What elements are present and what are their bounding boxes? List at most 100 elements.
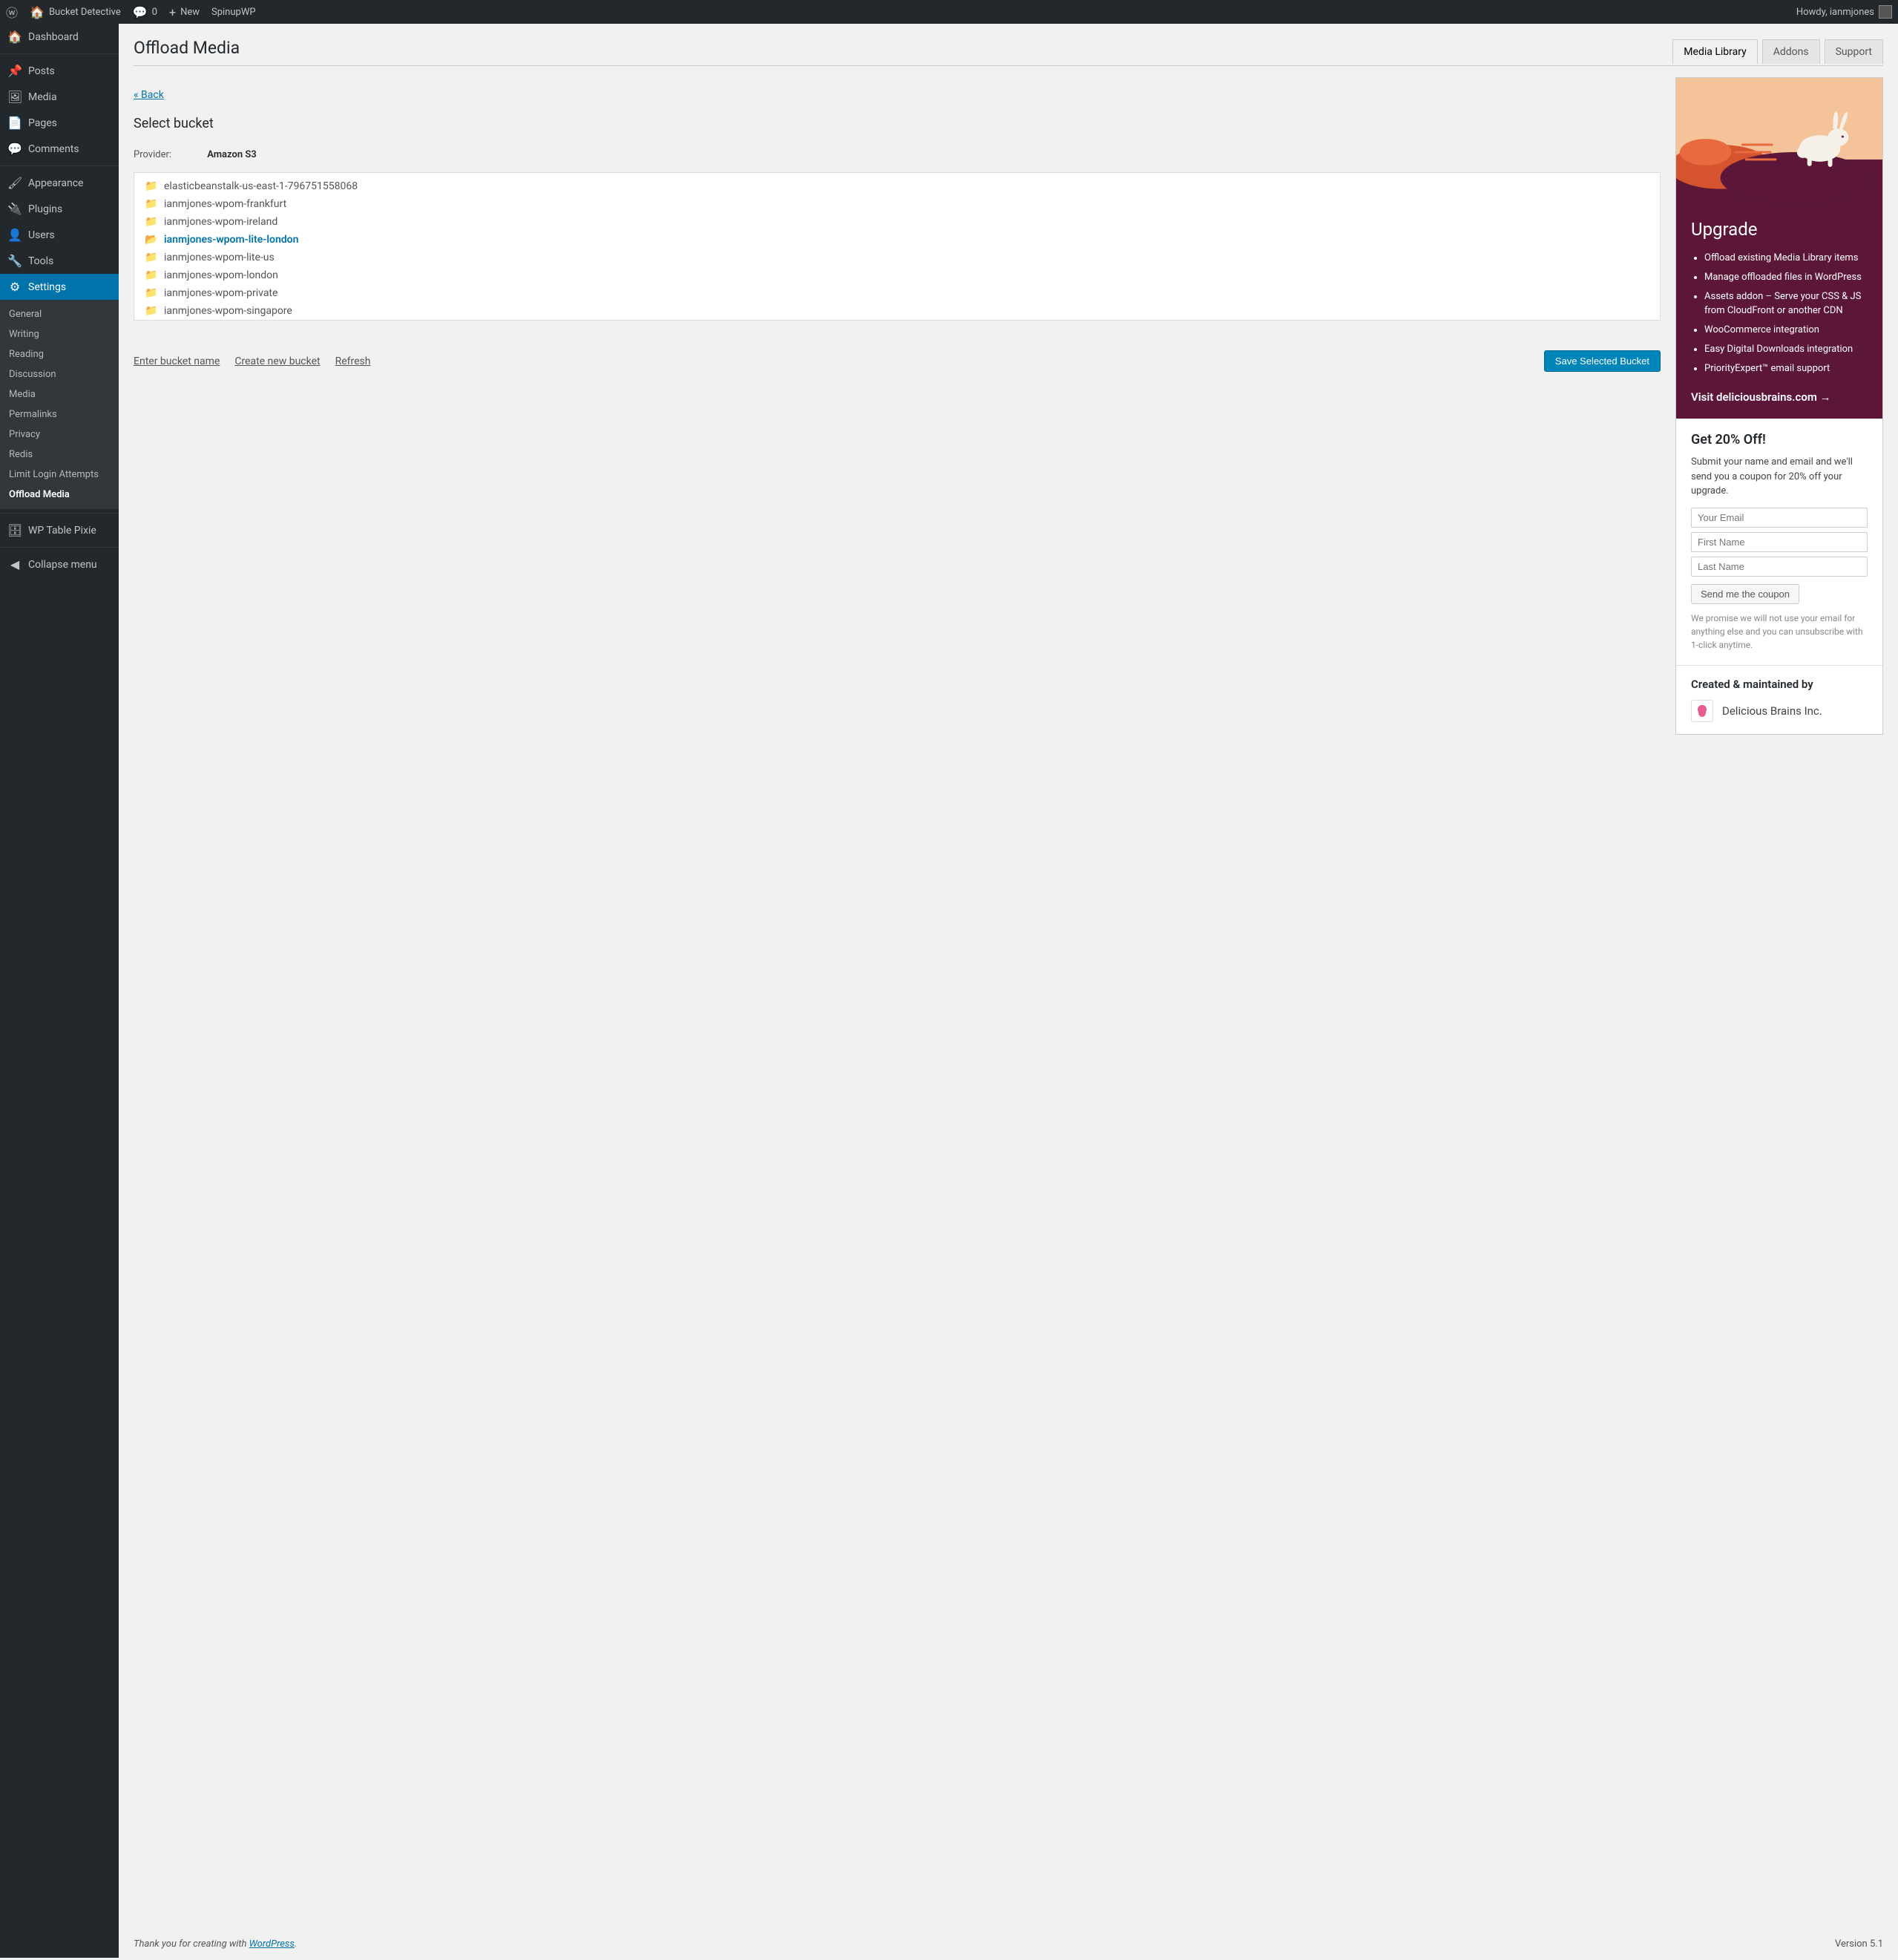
spinupwp-link[interactable]: SpinupWP bbox=[211, 7, 256, 18]
database-icon: 🗄 bbox=[7, 523, 22, 537]
folder-icon: 📁 bbox=[145, 216, 157, 228]
bucket-item[interactable]: 📁 ianmjones-wpom-frankfurt bbox=[134, 195, 1660, 213]
bucket-item[interactable]: 📁elasticbeanstalk-us-east-1-796751558068 bbox=[134, 177, 1660, 195]
settings-submenu: General Writing Reading Discussion Media… bbox=[0, 300, 119, 509]
wordpress-link[interactable]: WordPress bbox=[249, 1938, 295, 1950]
bucket-item[interactable]: 📁lizlockardtesting bbox=[134, 320, 1660, 321]
chevron-left-icon: ◀ bbox=[7, 557, 22, 571]
bucket-name: ianmjones-wpom-singapore bbox=[164, 305, 292, 317]
submenu-offload-media[interactable]: Offload Media bbox=[0, 485, 119, 505]
last-name-field[interactable] bbox=[1691, 557, 1868, 577]
pin-icon: 📌 bbox=[7, 64, 22, 78]
avatar bbox=[1879, 5, 1892, 19]
new-label: New bbox=[180, 7, 200, 18]
settings-panel: « Back Select bucket Provider: Amazon S3… bbox=[134, 77, 1661, 372]
save-bucket-button[interactable]: Save Selected Bucket bbox=[1544, 350, 1661, 372]
folder-icon: 📁 bbox=[145, 198, 157, 210]
bucket-item[interactable]: 📁ianmjones-wpom-lite-us bbox=[134, 249, 1660, 266]
upgrade-title: Upgrade bbox=[1691, 219, 1868, 240]
submenu-general[interactable]: General bbox=[0, 304, 119, 324]
tab-support[interactable]: Support bbox=[1825, 39, 1883, 64]
upgrade-hero bbox=[1676, 78, 1882, 219]
admin-bar: ⓦ 🏠Bucket Detective 💬0 +New SpinupWP How… bbox=[0, 0, 1898, 24]
comments-link[interactable]: 💬0 bbox=[133, 5, 157, 19]
upgrade-sidebar: Upgrade Offload existing Media Library i… bbox=[1675, 77, 1883, 735]
wrench-icon: 🔧 bbox=[7, 254, 22, 268]
bucket-actions: Enter bucket name Create new bucket Refr… bbox=[134, 350, 1661, 372]
bucket-list[interactable]: 📁elasticbeanstalk-us-east-1-796751558068… bbox=[134, 172, 1661, 321]
upgrade-feature: Offload existing Media Library items bbox=[1704, 252, 1868, 265]
send-coupon-button[interactable]: Send me the coupon bbox=[1691, 584, 1799, 604]
submenu-redis[interactable]: Redis bbox=[0, 445, 119, 465]
submenu-media[interactable]: Media bbox=[0, 384, 119, 404]
bucket-item[interactable]: 📁 ianmjones-wpom-ireland bbox=[134, 213, 1660, 231]
menu-plugins[interactable]: 🔌Plugins bbox=[0, 196, 119, 222]
site-link[interactable]: 🏠Bucket Detective bbox=[30, 5, 121, 19]
submenu-reading[interactable]: Reading bbox=[0, 344, 119, 364]
menu-dashboard[interactable]: 🏠Dashboard bbox=[0, 24, 119, 50]
provider-value: Amazon S3 bbox=[207, 149, 256, 160]
wp-logo-link[interactable]: ⓦ bbox=[6, 3, 18, 21]
user-icon: 👤 bbox=[7, 228, 22, 242]
bucket-name: ianmjones-wpom-lite-london bbox=[164, 234, 298, 246]
bucket-name: elasticbeanstalk-us-east-1-796751558068 bbox=[164, 180, 358, 192]
submenu-privacy[interactable]: Privacy bbox=[0, 425, 119, 445]
tab-addons[interactable]: Addons bbox=[1762, 39, 1820, 64]
back-link[interactable]: « Back bbox=[134, 89, 164, 101]
refresh-link[interactable]: Refresh bbox=[335, 355, 371, 367]
bucket-item[interactable]: 📁ianmjones-wpom-london bbox=[134, 266, 1660, 284]
bucket-item[interactable]: 📁ianmjones-wpom-private bbox=[134, 284, 1660, 302]
brain-logo-icon bbox=[1691, 700, 1713, 722]
submenu-writing[interactable]: Writing bbox=[0, 324, 119, 344]
account-link[interactable]: Howdy, ianmjones bbox=[1796, 5, 1892, 19]
new-link[interactable]: +New bbox=[169, 5, 200, 19]
howdy-text: Howdy, ianmjones bbox=[1796, 7, 1874, 18]
create-bucket-link[interactable]: Create new bucket bbox=[234, 355, 320, 367]
comment-icon: 💬 bbox=[7, 142, 22, 156]
menu-posts[interactable]: 📌Posts bbox=[0, 58, 119, 84]
upgrade-body: Upgrade Offload existing Media Library i… bbox=[1676, 219, 1882, 419]
bucket-name: ianmjones-wpom-frankfurt bbox=[164, 198, 286, 210]
discount-note: We promise we will not use your email fo… bbox=[1691, 612, 1868, 652]
page-icon: 📄 bbox=[7, 116, 22, 130]
submenu-discussion[interactable]: Discussion bbox=[0, 364, 119, 384]
collapse-menu[interactable]: ◀Collapse menu bbox=[0, 551, 119, 577]
upgrade-feature: PriorityExpert™ email support bbox=[1704, 362, 1868, 376]
bucket-item[interactable]: 📁ianmjones-wpom-singapore bbox=[134, 302, 1660, 320]
visit-link[interactable]: Visit deliciousbrains.com → bbox=[1691, 390, 1831, 404]
footer-thanks: Thank you for creating with WordPress. bbox=[134, 1938, 297, 1950]
provider-label: Provider: bbox=[134, 149, 205, 160]
wordpress-icon: ⓦ bbox=[6, 3, 18, 21]
bucket-item[interactable]: 📂 ianmjones-wpom-lite-london bbox=[134, 231, 1660, 249]
email-field[interactable] bbox=[1691, 508, 1868, 528]
discount-desc: Submit your name and email and we'll sen… bbox=[1691, 455, 1868, 499]
menu-settings[interactable]: ⚙Settings bbox=[0, 274, 119, 300]
menu-comments[interactable]: 💬Comments bbox=[0, 136, 119, 162]
menu-pages[interactable]: 📄Pages bbox=[0, 110, 119, 136]
menu-media[interactable]: 🖼Media bbox=[0, 84, 119, 110]
admin-sidebar: 🏠Dashboard 📌Posts 🖼Media 📄Pages 💬Comment… bbox=[0, 24, 119, 1958]
enter-bucket-link[interactable]: Enter bucket name bbox=[134, 355, 220, 367]
menu-wp-table-pixie[interactable]: 🗄WP Table Pixie bbox=[0, 517, 119, 543]
tabs: Media Library Addons Support bbox=[1672, 39, 1883, 64]
page-title: Offload Media bbox=[134, 38, 240, 65]
media-icon: 🖼 bbox=[7, 90, 22, 104]
folder-open-icon: 📂 bbox=[145, 234, 157, 246]
upgrade-feature: Manage offloaded files in WordPress bbox=[1704, 271, 1868, 284]
comment-icon: 💬 bbox=[133, 5, 148, 19]
credit-box: Created & maintained by Delicious Brains… bbox=[1676, 665, 1882, 734]
menu-tools[interactable]: 🔧Tools bbox=[0, 248, 119, 274]
menu-appearance[interactable]: 🖌Appearance bbox=[0, 170, 119, 196]
submenu-limit-login[interactable]: Limit Login Attempts bbox=[0, 465, 119, 485]
upgrade-feature-list: Offload existing Media Library items Mana… bbox=[1691, 252, 1868, 376]
sliders-icon: ⚙ bbox=[7, 280, 22, 294]
menu-users[interactable]: 👤Users bbox=[0, 222, 119, 248]
bucket-name: ianmjones-wpom-ireland bbox=[164, 216, 278, 228]
submenu-permalinks[interactable]: Permalinks bbox=[0, 404, 119, 425]
credit-name: Delicious Brains Inc. bbox=[1722, 704, 1822, 718]
first-name-field[interactable] bbox=[1691, 532, 1868, 552]
upgrade-feature: Assets addon – Serve your CSS & JS from … bbox=[1704, 290, 1868, 317]
tab-media-library[interactable]: Media Library bbox=[1672, 39, 1757, 65]
discount-title: Get 20% Off! bbox=[1691, 432, 1868, 448]
version-text: Version 5.1 bbox=[1835, 1938, 1883, 1950]
